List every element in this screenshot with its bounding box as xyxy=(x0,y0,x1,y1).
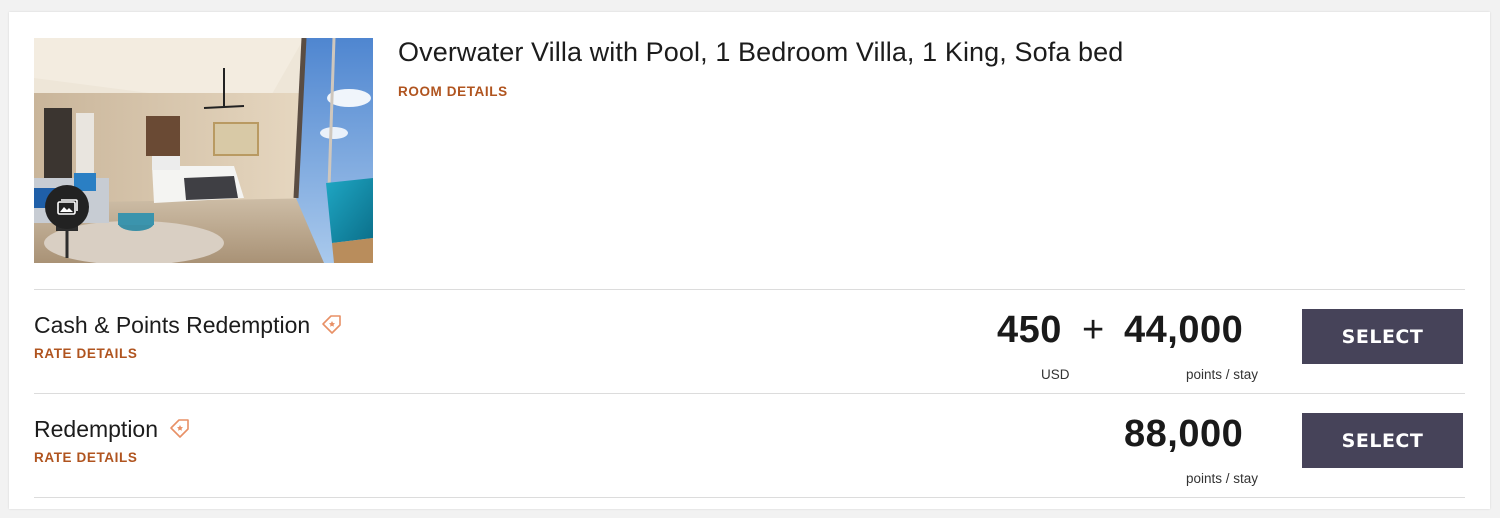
room-header: Overwater Villa with Pool, 1 Bedroom Vil… xyxy=(9,12,1490,290)
select-button[interactable]: SELECT xyxy=(1302,413,1463,468)
plus-sign: + xyxy=(1082,309,1105,351)
divider xyxy=(34,497,1465,498)
room-image[interactable] xyxy=(34,38,373,263)
rate-row-cash-points: Cash & Points Redemption RATE DETAILS 45… xyxy=(9,290,1490,394)
rate-name-label: Cash & Points Redemption xyxy=(34,311,311,338)
points-unit: points / stay xyxy=(1185,367,1258,382)
room-details-link[interactable]: ROOM DETAILS xyxy=(398,84,508,99)
select-button[interactable]: SELECT xyxy=(1302,309,1463,364)
room-title: Overwater Villa with Pool, 1 Bedroom Vil… xyxy=(398,37,1124,67)
points-unit: points / stay xyxy=(1185,471,1258,486)
cash-amount: 450 xyxy=(997,309,1062,351)
points-amount: 44,000 xyxy=(1124,309,1244,351)
rate-row-redemption: Redemption RATE DETAILS 88,000 points / … xyxy=(9,394,1490,498)
tag-icon[interactable] xyxy=(320,313,344,341)
tag-icon[interactable] xyxy=(168,417,192,445)
rate-details-link[interactable]: RATE DETAILS xyxy=(34,450,137,465)
rate-name: Cash & Points Redemption xyxy=(34,309,344,341)
room-card: Overwater Villa with Pool, 1 Bedroom Vil… xyxy=(9,12,1490,509)
room-photo xyxy=(34,38,373,263)
points-amount: 88,000 xyxy=(1124,413,1244,455)
rate-details-link[interactable]: RATE DETAILS xyxy=(34,346,137,361)
rate-name-label: Redemption xyxy=(34,415,159,442)
rate-name: Redemption xyxy=(34,413,192,445)
photo-gallery-icon[interactable] xyxy=(45,185,89,229)
cash-unit: USD xyxy=(1041,367,1070,382)
